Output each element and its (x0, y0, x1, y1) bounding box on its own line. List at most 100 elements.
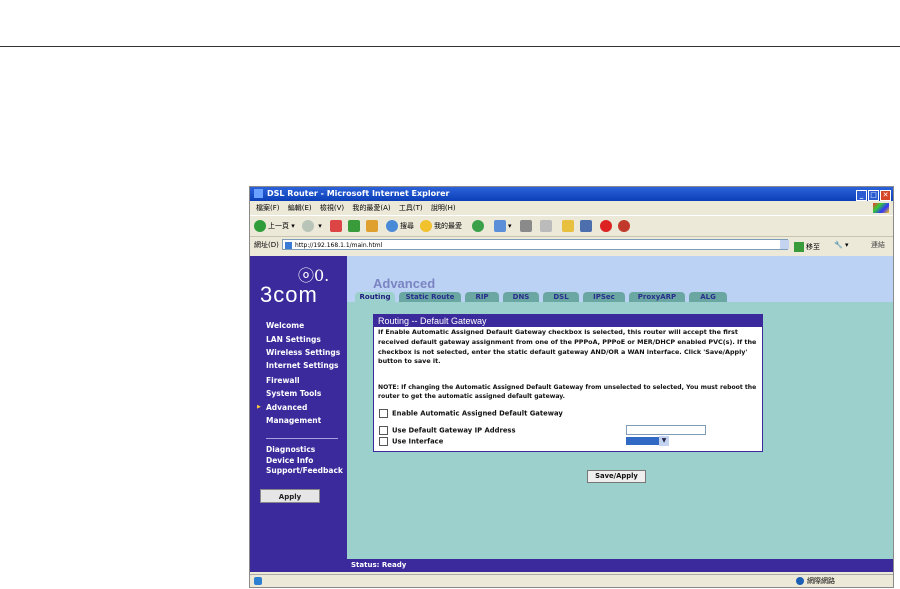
links-label[interactable]: 連結 (871, 237, 885, 253)
media-icon (580, 220, 592, 232)
address-bar: 網址(D) http://192.168.1.1/main.html 移至 🔧 … (250, 237, 893, 253)
forward-button[interactable]: ▾ (302, 219, 322, 233)
go-label: 移至 (806, 243, 820, 251)
nav-diagnostics[interactable]: Diagnostics (266, 445, 315, 454)
ie-icon (254, 189, 263, 198)
nav-wireless-settings[interactable]: Wireless Settings (266, 348, 340, 357)
window-title: DSL Router - Microsoft Internet Explorer (267, 189, 450, 198)
gateway-ip-row: Use Default Gateway IP Address (379, 426, 516, 435)
tab-static-route[interactable]: Static Route (399, 292, 461, 302)
logo-text: 3com (260, 282, 318, 307)
page-status-bar: Status: Ready (347, 559, 893, 572)
menu-favorites[interactable]: 我的最愛(A) (352, 204, 390, 212)
default-gateway-panel: Routing -- Default Gateway If Enable Aut… (373, 314, 763, 452)
top-links[interactable] (312, 0, 556, 6)
ie-status-bar: 網際網路 (250, 574, 893, 587)
forward-arrow-icon (302, 220, 314, 232)
nav-lan-settings[interactable]: LAN Settings (266, 335, 321, 344)
menu-bar: 檔案(F) 編輯(E) 檢視(V) 我的最愛(A) 工具(T) 說明(H) (250, 202, 893, 214)
tab-alg[interactable]: ALG (689, 292, 727, 302)
extra-button[interactable] (618, 219, 632, 233)
nav-management[interactable]: Management (266, 416, 321, 425)
stop-icon (330, 220, 342, 232)
nav-device-info[interactable]: Device Info (266, 456, 313, 465)
stop-button[interactable] (330, 219, 344, 233)
address-label: 網址(D) (254, 241, 279, 249)
tab-dns[interactable]: DNS (503, 292, 539, 302)
menu-help[interactable]: 說明(H) (431, 204, 456, 212)
address-dropdown-icon[interactable] (780, 240, 789, 249)
tab-routing[interactable]: Routing (355, 292, 395, 302)
history-button[interactable] (472, 219, 486, 233)
page-title: Advanced (373, 276, 436, 291)
interface-row: Use Interface (379, 437, 443, 446)
page-header: Advanced Routing Static Route RIP DNS DS… (347, 256, 893, 302)
apply-button[interactable]: Apply (260, 489, 320, 503)
panel-note: NOTE: If changing the Automatic Assigned… (378, 384, 757, 400)
menu-edit[interactable]: 編輯(E) (288, 204, 312, 212)
save-apply-button[interactable]: Save/Apply (587, 470, 646, 483)
mail-icon (494, 220, 506, 232)
back-button[interactable]: 上一頁 ▾ (254, 219, 295, 233)
auto-gateway-checkbox[interactable] (379, 409, 388, 418)
page-done-icon (254, 577, 262, 585)
print-button[interactable] (520, 219, 534, 233)
tab-dsl[interactable]: DSL (543, 292, 579, 302)
search-label: 搜尋 (400, 222, 414, 230)
extension-button[interactable]: 🔧 ▾ (834, 237, 848, 253)
sidebar: ⓞ0. 3com Welcome LAN Settings Wireless S… (250, 256, 347, 572)
go-arrow-icon (794, 242, 804, 252)
tab-ipsec[interactable]: IPSec (583, 292, 625, 302)
refresh-icon (348, 220, 360, 232)
gateway-ip-input[interactable] (626, 425, 706, 435)
gateway-ip-label: Use Default Gateway IP Address (392, 426, 516, 435)
nav-advanced[interactable]: Advanced (257, 403, 307, 412)
menu-tools[interactable]: 工具(T) (399, 204, 423, 212)
page-icon (285, 242, 292, 249)
nav-support-feedback[interactable]: Support/Feedback (266, 466, 343, 475)
gateway-ip-checkbox[interactable] (379, 426, 388, 435)
interface-label: Use Interface (392, 437, 444, 446)
globe-icon (796, 577, 804, 585)
interface-select[interactable]: ▼ (626, 436, 670, 446)
media-button[interactable] (580, 219, 594, 233)
maximize-button[interactable]: □ (868, 190, 879, 201)
edit-icon (540, 220, 552, 232)
refresh-button[interactable] (348, 219, 362, 233)
header-rule (0, 46, 900, 47)
close-button[interactable]: ✕ (880, 190, 891, 201)
edit-button[interactable] (540, 219, 554, 233)
chevron-down-icon[interactable]: ▼ (659, 436, 669, 446)
nav-firewall[interactable]: Firewall (266, 376, 300, 385)
address-input[interactable]: http://192.168.1.1/main.html (282, 239, 788, 250)
auto-gateway-label: Enable Automatic Assigned Default Gatewa… (392, 409, 563, 418)
history-icon (472, 220, 484, 232)
go-button[interactable]: 移至 (794, 239, 820, 255)
nav-system-tools[interactable]: System Tools (266, 389, 321, 398)
home-button[interactable] (366, 219, 380, 233)
menu-file[interactable]: 檔案(F) (256, 204, 280, 212)
minimize-button[interactable]: _ (856, 190, 867, 201)
zone-indicator: 網際網路 (796, 575, 835, 587)
address-url: http://192.168.1.1/main.html (295, 242, 383, 249)
nav-divider (266, 438, 338, 439)
search-icon (386, 220, 398, 232)
nav-welcome[interactable]: Welcome (266, 321, 304, 330)
windows-logo-icon (873, 203, 889, 213)
panel-title: Routing -- Default Gateway (374, 315, 762, 327)
tab-proxyarp[interactable]: ProxyARP (629, 292, 685, 302)
search-button[interactable]: 搜尋 (386, 219, 414, 233)
browser-window: DSL Router - Microsoft Internet Explorer… (249, 186, 894, 588)
tab-rip[interactable]: RIP (465, 292, 499, 302)
menu-view[interactable]: 檢視(V) (320, 204, 344, 212)
mail-button[interactable]: ▾ (494, 219, 512, 233)
home-icon (366, 220, 378, 232)
interface-checkbox[interactable] (379, 437, 388, 446)
interface-select-value (626, 437, 659, 445)
auto-gateway-row: Enable Automatic Assigned Default Gatewa… (379, 409, 563, 418)
favorites-button[interactable]: 我的最愛 (420, 219, 462, 233)
3com-logo: ⓞ0. 3com (258, 260, 343, 310)
messenger-button[interactable] (600, 219, 614, 233)
folder-button[interactable] (562, 219, 576, 233)
nav-internet-settings[interactable]: Internet Settings (266, 361, 339, 370)
